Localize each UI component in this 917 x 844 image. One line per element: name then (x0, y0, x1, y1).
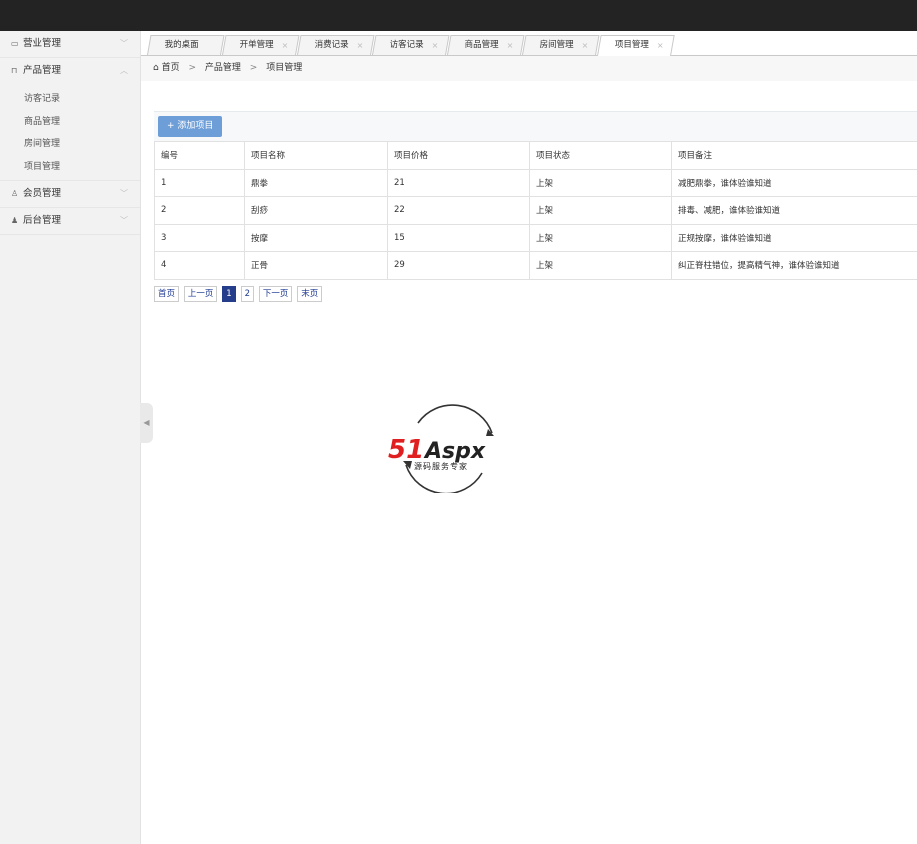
breadcrumb-current: 项目管理 (266, 63, 303, 73)
cell-remark: 纠正脊柱错位，提高精气神，谁体验谁知道 (671, 251, 917, 280)
cell-name: 刮痧 (244, 196, 388, 225)
logo-tagline: 源码服务专家 (414, 461, 468, 471)
user-outline-icon: ♙ (11, 189, 19, 198)
page-button[interactable]: 2 (240, 286, 254, 302)
table-row[interactable]: 1 鼎拳 21 上架 减肥鼎拳，谁体验谁知道 (154, 168, 917, 197)
cell-status: 上架 (529, 196, 672, 225)
logo-brand-black: Aspx (423, 439, 486, 464)
tab-consumption[interactable]: 消费记录 × (297, 35, 375, 55)
cell-status: 上架 (529, 251, 672, 280)
sidebar-item-rooms[interactable]: 房间管理 (0, 133, 140, 156)
add-project-button[interactable]: + 添加项目 (158, 116, 223, 137)
close-icon[interactable]: × (357, 36, 364, 55)
column-header: 项目名称 (244, 141, 388, 170)
sidebar-group-products[interactable]: ⊓ 产品管理 ︿ (0, 58, 140, 84)
table-header-row: 编号 项目名称 项目价格 项目状态 项目备注 (154, 141, 917, 170)
column-header: 项目备注 (671, 141, 917, 170)
cell-price: 29 (387, 251, 530, 280)
close-icon[interactable]: × (432, 36, 439, 55)
breadcrumb-separator: > (249, 63, 258, 73)
tab-billing[interactable]: 开单管理 × (222, 35, 300, 55)
cell-id: 3 (154, 223, 245, 252)
tab-projects[interactable]: 项目管理 × (597, 35, 675, 56)
breadcrumb: ⌂ 首页 > 产品管理 > 项目管理 (141, 56, 917, 81)
tab-goods[interactable]: 商品管理 × (447, 35, 525, 55)
sidebar-group-admin[interactable]: ♟ 后台管理 ﹀ (0, 208, 140, 235)
table-row[interactable]: 4 正骨 29 上架 纠正脊柱错位，提高精气神，谁体验谁知道 (154, 251, 917, 280)
projects-table: 编号 项目名称 项目价格 项目状态 项目备注 1 鼎拳 21 上架 减肥鼎拳，谁… (154, 141, 917, 280)
51aspx-logo: 51 Aspx 源码服务专家 (388, 404, 494, 493)
cell-id: 4 (154, 251, 245, 280)
sidebar-group-business[interactable]: ▭ 营业管理 ﹀ (0, 31, 140, 58)
chevron-down-icon: ﹀ (120, 189, 128, 198)
cell-remark: 排毒、减肥，谁体验谁知道 (671, 196, 917, 225)
breadcrumb-level1[interactable]: 产品管理 (205, 63, 241, 73)
table-toolbar: + 添加项目 (154, 111, 917, 142)
cell-price: 21 (387, 168, 530, 197)
tab-bar: 我的桌面 开单管理 × 消费记录 × 访客记录 × 商品管理 × 房间管理 × 项目管理 × (141, 31, 917, 56)
chevron-up-icon: ︿ (120, 66, 128, 75)
breadcrumb-home[interactable]: 首页 (162, 63, 180, 73)
cell-name: 正骨 (244, 251, 388, 280)
sidebar-submenu-products: 访客记录 商品管理 房间管理 项目管理 (0, 84, 140, 181)
cell-remark: 减肥鼎拳，谁体验谁知道 (671, 168, 917, 197)
table-row[interactable]: 3 按摩 15 上架 正规按摩，谁体验谁知道 (154, 223, 917, 252)
column-header: 项目状态 (529, 141, 672, 170)
column-header: 编号 (154, 141, 245, 170)
next-page-button[interactable]: 下一页 (258, 286, 293, 302)
box-icon: ⊓ (11, 66, 18, 75)
cell-price: 22 (387, 196, 530, 225)
prev-page-button[interactable]: 上一页 (183, 286, 218, 302)
home-icon: ⌂ (153, 63, 159, 73)
close-icon[interactable]: × (582, 36, 589, 55)
cell-status: 上架 (529, 168, 672, 197)
cell-id: 1 (154, 168, 245, 197)
tab-my-desktop[interactable]: 我的桌面 (147, 35, 225, 55)
sidebar-item-goods[interactable]: 商品管理 (0, 111, 140, 134)
sidebar-item-projects[interactable]: 项目管理 (0, 156, 140, 179)
sidebar-group-label: 营业管理 (23, 38, 62, 49)
first-page-button[interactable]: 首页 (154, 286, 180, 302)
close-icon[interactable]: × (657, 36, 664, 55)
sidebar-item-visitors[interactable]: 访客记录 (0, 88, 140, 111)
cell-price: 15 (387, 223, 530, 252)
sidebar-group-members[interactable]: ♙ 会员管理 ﹀ (0, 181, 140, 208)
last-page-button[interactable]: 末页 (297, 286, 323, 302)
sidebar: ▭ 营业管理 ﹀ ⊓ 产品管理 ︿ 访客记录 商品管理 房间管理 项目管理 ♙ 会员管… (0, 31, 141, 844)
cell-remark: 正规按摩，谁体验谁知道 (671, 223, 917, 252)
cell-id: 2 (154, 196, 245, 225)
column-header: 项目价格 (387, 141, 530, 170)
tab-visitors[interactable]: 访客记录 × (372, 35, 450, 55)
table-row[interactable]: 2 刮痧 22 上架 排毒、减肥，谁体验谁知道 (154, 196, 917, 225)
cell-name: 鼎拳 (244, 168, 388, 197)
tab-rooms[interactable]: 房间管理 × (522, 35, 600, 55)
page-button[interactable]: 1 (222, 286, 236, 302)
pagination: 首页 上一页 1 2 下一页 末页 (154, 286, 324, 302)
tab-label: 我的桌面 (164, 40, 199, 50)
breadcrumb-separator: > (188, 63, 197, 73)
chevron-down-icon: ﹀ (120, 216, 128, 225)
sidebar-group-label: 会员管理 (23, 188, 62, 199)
sidebar-group-label: 产品管理 (23, 65, 62, 76)
cell-name: 按摩 (244, 223, 388, 252)
close-icon[interactable]: × (282, 36, 289, 55)
monitor-icon: ▭ (11, 39, 19, 48)
sidebar-group-label: 后台管理 (23, 215, 62, 226)
logo-brand-red: 51 (388, 435, 424, 465)
close-icon[interactable]: × (507, 36, 514, 55)
chevron-down-icon: ﹀ (120, 39, 128, 48)
cell-status: 上架 (529, 223, 672, 252)
user-solid-icon: ♟ (11, 216, 19, 225)
top-header-bar (0, 0, 917, 31)
main-content: 我的桌面 开单管理 × 消费记录 × 访客记录 × 商品管理 × 房间管理 × 项目管理 ×… (141, 31, 917, 844)
